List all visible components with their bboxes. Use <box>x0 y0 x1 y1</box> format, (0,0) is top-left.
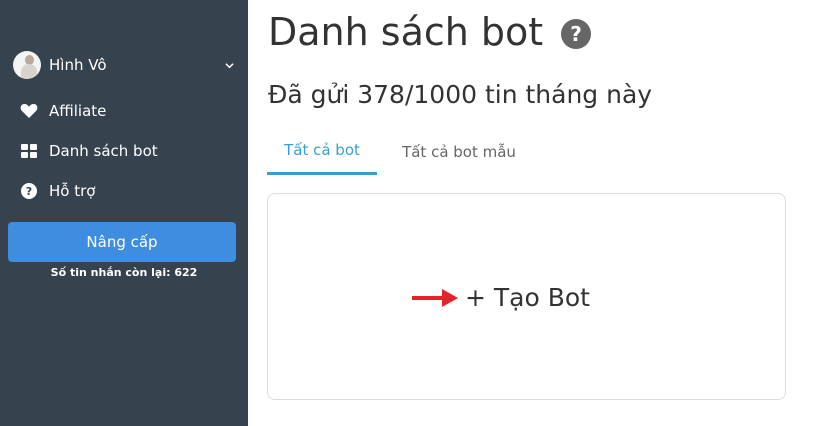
sidebar: Hình Vô Affiliate Danh sách bot ? Hỗ trợ… <box>0 0 248 426</box>
question-circle-icon: ? <box>20 182 38 200</box>
sidebar-item-label: Danh sách bot <box>49 142 158 160</box>
sidebar-item-bot-list[interactable]: Danh sách bot <box>20 140 158 162</box>
page-title: Danh sách bot <box>268 10 544 54</box>
sidebar-item-affiliate[interactable]: Affiliate <box>20 100 106 122</box>
help-icon[interactable]: ? <box>561 19 592 49</box>
upgrade-button[interactable]: Nâng cấp <box>8 222 236 262</box>
tab-all-bots[interactable]: Tất cả bot <box>267 128 377 175</box>
grid-icon <box>20 142 38 160</box>
remaining-messages: Số tin nhắn còn lại: 622 <box>50 266 198 279</box>
svg-text:?: ? <box>570 22 582 46</box>
sidebar-item-label: Hỗ trợ <box>49 182 96 200</box>
svg-text:?: ? <box>26 185 32 198</box>
tab-bar: Tất cả bot Tất cả bot mẫu <box>267 128 541 176</box>
tab-bot-templates[interactable]: Tất cả bot mẫu <box>377 128 541 175</box>
arrow-right-icon <box>412 289 458 307</box>
user-name: Hình Vô <box>49 56 107 74</box>
avatar <box>13 51 41 79</box>
messages-sent-status: Đã gửi 378/1000 tin tháng này <box>268 80 653 109</box>
user-menu[interactable]: Hình Vô <box>13 51 238 79</box>
page-title-row: Danh sách bot ? <box>268 10 592 54</box>
sidebar-item-support[interactable]: ? Hỗ trợ <box>20 180 95 202</box>
chevron-down-icon <box>225 62 234 68</box>
sidebar-item-label: Affiliate <box>49 102 107 120</box>
heart-icon <box>20 102 38 120</box>
create-bot-button[interactable]: + Tạo Bot <box>465 283 590 312</box>
